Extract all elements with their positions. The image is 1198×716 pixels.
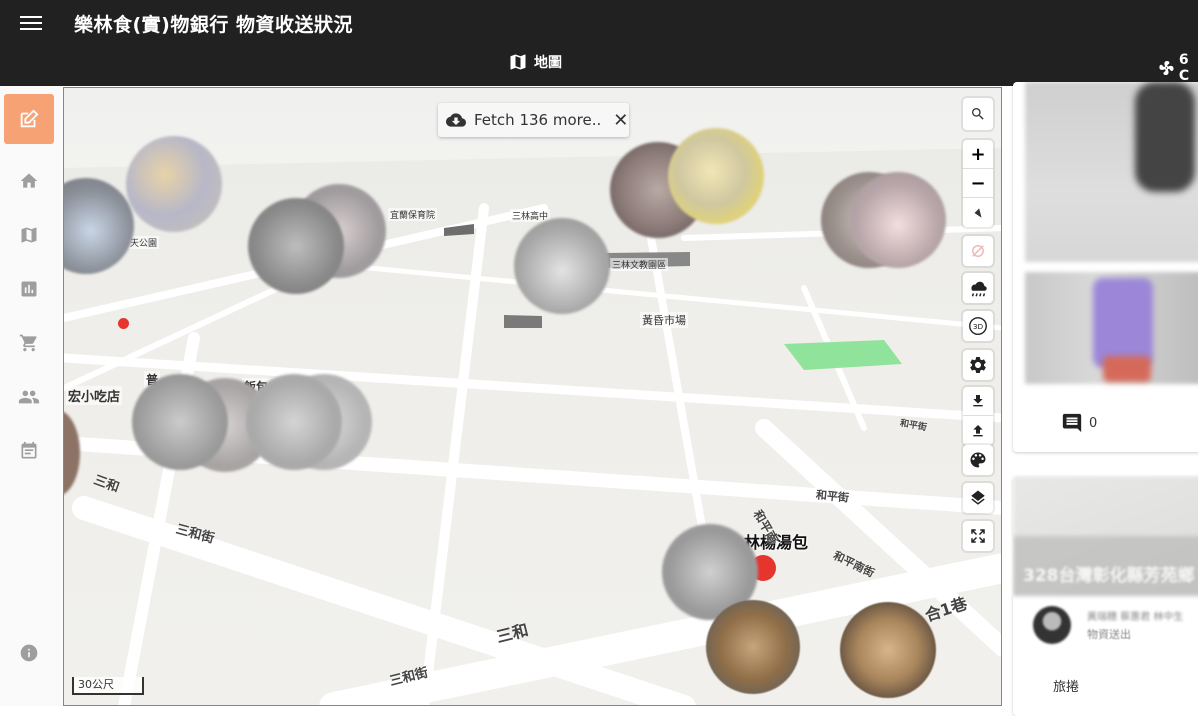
photo-cluster[interactable] — [514, 218, 610, 314]
app-bar: 樂林食(實)物銀行 物資收送狀況 地圖 6 C — [0, 0, 1198, 86]
fullscreen-button[interactable] — [963, 521, 993, 551]
page-title: 樂林食(實)物銀行 物資收送狀況 — [74, 14, 353, 36]
place-label: 宜蘭保育院 — [388, 208, 438, 221]
post-authors: 黃瑞穗 蔡惠君 林中生 — [1087, 612, 1184, 623]
layers-icon — [971, 490, 985, 505]
feed-panel: 0 328台灣彰化縣芳苑鄉 黃瑞穗 蔡惠君 林中生 物資送出 旅捲 — [1003, 82, 1198, 716]
avatar[interactable] — [1033, 606, 1071, 644]
photo-cluster[interactable] — [126, 136, 222, 232]
sidebar-item-stats[interactable] — [4, 264, 54, 314]
download-button[interactable] — [963, 387, 993, 416]
bar-chart-icon — [21, 281, 37, 297]
home-icon — [20, 173, 38, 188]
palette-icon — [970, 452, 986, 468]
menu-icon[interactable] — [20, 12, 42, 34]
feed-card[interactable]: 328台灣彰化縣芳苑鄉 黃瑞穗 蔡惠君 林中生 物資送出 旅捲 — [1013, 476, 1198, 716]
hide-photos-button[interactable] — [963, 236, 993, 266]
sidebar-item-cart[interactable] — [4, 318, 54, 368]
map-marker[interactable] — [118, 318, 129, 329]
weather-layer-button[interactable] — [963, 273, 993, 303]
calendar-icon — [21, 441, 37, 459]
layers-button[interactable] — [963, 483, 993, 513]
road-label: 和平街 — [815, 488, 850, 505]
style-button[interactable] — [963, 445, 993, 475]
photo-cluster[interactable] — [132, 374, 228, 470]
map-search-button[interactable] — [963, 98, 993, 130]
photo-cluster[interactable] — [840, 602, 936, 698]
close-icon[interactable]: ✕ — [613, 110, 628, 131]
gear-icon — [970, 357, 986, 373]
sidebar-item-map[interactable] — [4, 210, 54, 260]
import-export-controls — [963, 387, 993, 445]
place-label: 宏小吃店 — [66, 386, 123, 405]
sidebar — [0, 86, 62, 706]
tab-weather-label: 6 C — [1178, 52, 1190, 84]
post-photo[interactable] — [1025, 82, 1198, 262]
3d-rotation-icon: 3D — [969, 317, 987, 335]
tab-weather[interactable]: 6 C — [1158, 52, 1198, 84]
fetch-more-label: Fetch 136 more.. — [474, 111, 602, 129]
upload-button[interactable] — [963, 416, 993, 445]
fullscreen-icon — [971, 529, 985, 543]
eye-off-icon — [972, 245, 984, 257]
fan-icon — [1159, 60, 1174, 76]
3d-toggle-button[interactable]: 3D — [963, 311, 993, 341]
zoom-in-button[interactable]: + — [963, 140, 993, 169]
photo-cluster[interactable] — [706, 600, 800, 694]
sidebar-item-people[interactable] — [4, 372, 54, 422]
feed-card[interactable]: 0 — [1013, 82, 1198, 452]
svg-text:3D: 3D — [973, 322, 984, 331]
fetch-more-button[interactable]: Fetch 136 more.. ✕ — [438, 103, 629, 137]
sidebar-item-calendar[interactable] — [4, 426, 54, 476]
photo-cluster[interactable] — [248, 198, 344, 294]
info-icon — [20, 644, 38, 662]
post-subtitle: 物資送出 — [1087, 628, 1131, 641]
edit-icon — [20, 109, 39, 128]
photo-cluster[interactable] — [668, 128, 764, 224]
tab-map[interactable]: 地圖 — [508, 52, 562, 72]
zoom-out-button[interactable]: − — [963, 169, 993, 198]
photo-cluster[interactable] — [246, 374, 342, 470]
cart-icon — [19, 334, 37, 352]
place-label: 三林高中 — [510, 209, 551, 222]
people-icon — [18, 390, 40, 404]
search-icon — [972, 108, 984, 120]
download-icon — [973, 395, 983, 407]
sidebar-item-home[interactable] — [4, 156, 54, 206]
compass-icon — [974, 207, 982, 218]
place-label: 天公園 — [128, 236, 160, 249]
sidebar-item-edit[interactable] — [4, 94, 54, 144]
plus-icon: + — [970, 143, 986, 165]
map-view[interactable]: 宜蘭保育院 三林高中 三林文教園區 黃昏市場 天公園 宏小吃店 普 飯包 林楊湯… — [63, 87, 1002, 706]
place-label: 黃昏市場 — [640, 312, 688, 328]
zoom-controls: + − — [963, 140, 993, 227]
comment-icon — [1062, 413, 1082, 433]
post-caption: 328台灣彰化縣芳苑鄉 — [1023, 566, 1195, 586]
minus-icon: − — [970, 172, 986, 194]
comment-count[interactable]: 0 — [1061, 412, 1097, 434]
rain-cloud-icon — [971, 281, 987, 297]
map-icon — [510, 54, 526, 70]
upload-icon — [973, 424, 983, 436]
post-photo[interactable] — [1025, 272, 1198, 384]
compass-button[interactable] — [963, 198, 993, 227]
sidebar-item-info[interactable] — [4, 628, 54, 678]
photo-cluster[interactable] — [850, 172, 946, 268]
cloud-download-icon — [446, 113, 466, 127]
place-label: 三林文教園區 — [610, 258, 669, 271]
settings-button[interactable] — [963, 350, 993, 380]
post-footer-text: 旅捲 — [1053, 680, 1080, 695]
tab-map-label: 地圖 — [534, 55, 562, 71]
map-icon — [21, 227, 37, 243]
comment-count-label: 0 — [1089, 415, 1098, 431]
map-scale: 30公尺 — [72, 677, 144, 695]
